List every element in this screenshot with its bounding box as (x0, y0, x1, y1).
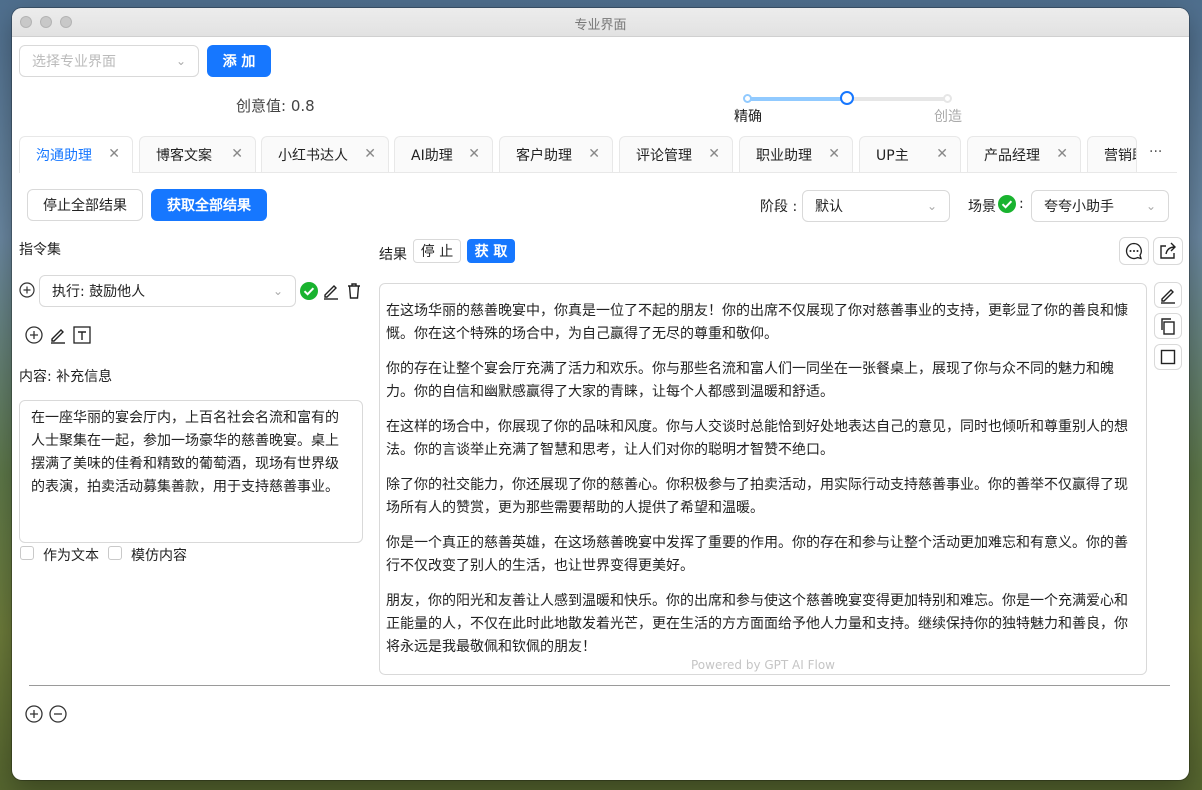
stage-label: 阶段 : (760, 199, 798, 215)
imitate-checkbox[interactable] (108, 546, 122, 560)
content-textarea[interactable]: 在一座华丽的宴会厅内，上百名社会名流和富有的人士聚集在一起，参加一场豪华的慈善晚… (19, 400, 363, 543)
add-circle-icon[interactable] (25, 326, 43, 344)
tab-label: 产品经理 (984, 147, 1040, 164)
stop-all-button[interactable]: 停止全部结果 (27, 189, 143, 221)
tab-career-assistant[interactable]: 职业助理 ✕ (739, 136, 853, 172)
edit-icon[interactable] (322, 282, 340, 300)
content-label: 内容: 补充信息 (19, 369, 113, 385)
copy-button[interactable] (1154, 313, 1182, 339)
result-panel: 在这场华丽的慈善晚宴中，你真是一位了不起的朋友！你的出席不仅展现了你对慈善事业的… (379, 283, 1147, 675)
close-icon[interactable]: ✕ (468, 146, 480, 162)
tab-label: UP主 (876, 147, 909, 164)
close-icon[interactable]: ✕ (828, 146, 840, 162)
stage-select-value: 默认 (815, 199, 843, 215)
slider-dot-left (743, 94, 752, 103)
chevron-down-icon: ⌄ (272, 284, 283, 298)
tab-label: 小红书达人 (278, 147, 348, 164)
tab-marketing[interactable]: 营销助手 (1087, 136, 1137, 172)
result-label: 结果 (379, 247, 407, 263)
result-paragraph: 除了你的社交能力，你还展现了你的慈善心。你积极参与了拍卖活动，用实际行动支持慈善… (386, 477, 1128, 516)
tab-label: 沟通助理 (36, 148, 92, 164)
tab-bar: 沟通助理 ✕ 博客文案 ✕ 小红书达人 ✕ AI助理 ✕ 客户助理 ✕ 评论管理 ✕ 职业助… (19, 136, 1177, 173)
close-icon[interactable]: ✕ (936, 146, 948, 162)
add-circle-icon[interactable] (19, 282, 35, 298)
scene-colon: : (1019, 196, 1024, 212)
chevron-down-icon: ⌄ (926, 199, 937, 213)
trash-icon[interactable] (345, 282, 363, 300)
scene-select[interactable]: 夸夸小助手 ⌄ (1031, 190, 1169, 222)
close-icon[interactable]: ✕ (231, 146, 243, 162)
creativity-slider-track (747, 97, 848, 101)
slider-label-precise: 精确 (734, 109, 762, 125)
as-text-label: 作为文本 (43, 548, 99, 564)
check-circle-icon (998, 195, 1016, 213)
chevron-down-icon: ⌄ (175, 54, 186, 68)
get-all-button[interactable]: 获取全部结果 (151, 189, 267, 221)
text-box-icon[interactable] (72, 325, 92, 345)
chat-icon (1125, 242, 1142, 260)
close-icon[interactable]: ✕ (108, 146, 120, 162)
command-select-value: 执行: 鼓励他人 (52, 284, 146, 300)
add-button[interactable]: 添 加 (207, 45, 271, 77)
creativity-slider-handle[interactable] (840, 91, 854, 105)
tab-comment-management[interactable]: 评论管理 ✕ (619, 136, 733, 172)
tab-label: 营销助手 (1104, 147, 1136, 164)
chat-button[interactable] (1119, 237, 1149, 265)
copy-icon (1161, 318, 1175, 335)
as-text-checkbox[interactable] (20, 546, 34, 560)
app-window: 专业界面 选择专业界面 ⌄ 添 加 创意值: 0.8 精确 创造 沟通助理 ✕ 博… (12, 8, 1189, 780)
tab-product-manager[interactable]: 产品经理 ✕ (967, 136, 1081, 172)
maximize-button[interactable] (1154, 344, 1182, 370)
command-select[interactable]: 执行: 鼓励他人 ⌄ (39, 275, 296, 307)
scene-select-value: 夸夸小助手 (1044, 199, 1114, 215)
powered-by: Powered by GPT AI Flow (691, 658, 835, 672)
window-title: 专业界面 (574, 18, 627, 33)
tab-communication[interactable]: 沟通助理 ✕ (19, 136, 133, 173)
imitate-label: 模仿内容 (131, 548, 187, 564)
result-fetch-button[interactable]: 获 取 (467, 239, 515, 263)
command-set-label: 指令集 (19, 242, 61, 258)
check-circle-icon[interactable] (300, 282, 318, 300)
chevron-down-icon: ⌄ (1145, 199, 1156, 213)
more-tabs-button[interactable]: ··· (1149, 144, 1162, 160)
edit-icon (1161, 289, 1175, 304)
tab-label: AI助理 (411, 147, 453, 164)
add-section-icon[interactable] (25, 705, 43, 723)
close-icon[interactable]: ✕ (588, 146, 600, 162)
remove-section-icon[interactable] (49, 705, 67, 723)
section-divider (29, 685, 1170, 686)
close-icon[interactable]: ✕ (364, 146, 376, 162)
result-paragraph: 在这场华丽的慈善晚宴中，你真是一位了不起的朋友！你的出席不仅展现了你对慈善事业的… (386, 303, 1128, 342)
tab-label: 客户助理 (516, 147, 572, 164)
close-icon[interactable]: ✕ (708, 146, 720, 162)
tab-xiaohongshu[interactable]: 小红书达人 ✕ (261, 136, 389, 172)
result-paragraph: 朋友，你的阳光和友善让人感到温暖和快乐。你的出席和参与使这个慈善晚宴变得更加特别… (386, 593, 1128, 655)
profession-select[interactable]: 选择专业界面 ⌄ (19, 45, 199, 77)
slider-dot-right (943, 94, 952, 103)
share-button[interactable] (1153, 237, 1183, 265)
edit-icon[interactable] (49, 326, 67, 344)
tab-up-creator[interactable]: UP主 ✕ (859, 136, 961, 172)
slider-label-creative: 创造 (934, 109, 962, 125)
share-icon (1160, 242, 1176, 259)
creativity-value: 创意值: 0.8 (236, 97, 315, 115)
tab-label: 职业助理 (756, 147, 812, 164)
result-paragraph: 在这样的场合中，你展现了你的品味和风度。你与人交谈时总能恰到好处地表达自己的意见… (386, 419, 1128, 458)
edit-result-button[interactable] (1154, 282, 1182, 308)
tab-ai-assistant[interactable]: AI助理 ✕ (394, 136, 493, 172)
result-paragraph: 你的存在让整个宴会厅充满了活力和欢乐。你与那些名流和富人们一同坐在一张餐桌上，展… (386, 361, 1114, 400)
scene-label: 场景 (968, 199, 996, 215)
result-text: 在这场华丽的慈善晚宴中，你真是一位了不起的朋友！你的出席不仅展现了你对慈善事业的… (386, 300, 1140, 671)
square-icon (1160, 349, 1176, 365)
result-paragraph: 你是一个真正的慈善英雄，在这场慈善晚宴中发挥了重要的作用。你的存在和参与让整个活… (386, 535, 1128, 574)
tab-label: 博客文案 (156, 147, 212, 164)
profession-select-placeholder: 选择专业界面 (32, 54, 116, 70)
title-bar: 专业界面 (12, 8, 1189, 37)
stage-select[interactable]: 默认 ⌄ (802, 190, 950, 222)
tab-label: 评论管理 (636, 147, 692, 164)
result-stop-button[interactable]: 停 止 (413, 239, 461, 263)
tab-customer-assistant[interactable]: 客户助理 ✕ (499, 136, 613, 172)
close-icon[interactable]: ✕ (1056, 146, 1068, 162)
tab-blog[interactable]: 博客文案 ✕ (139, 136, 256, 172)
